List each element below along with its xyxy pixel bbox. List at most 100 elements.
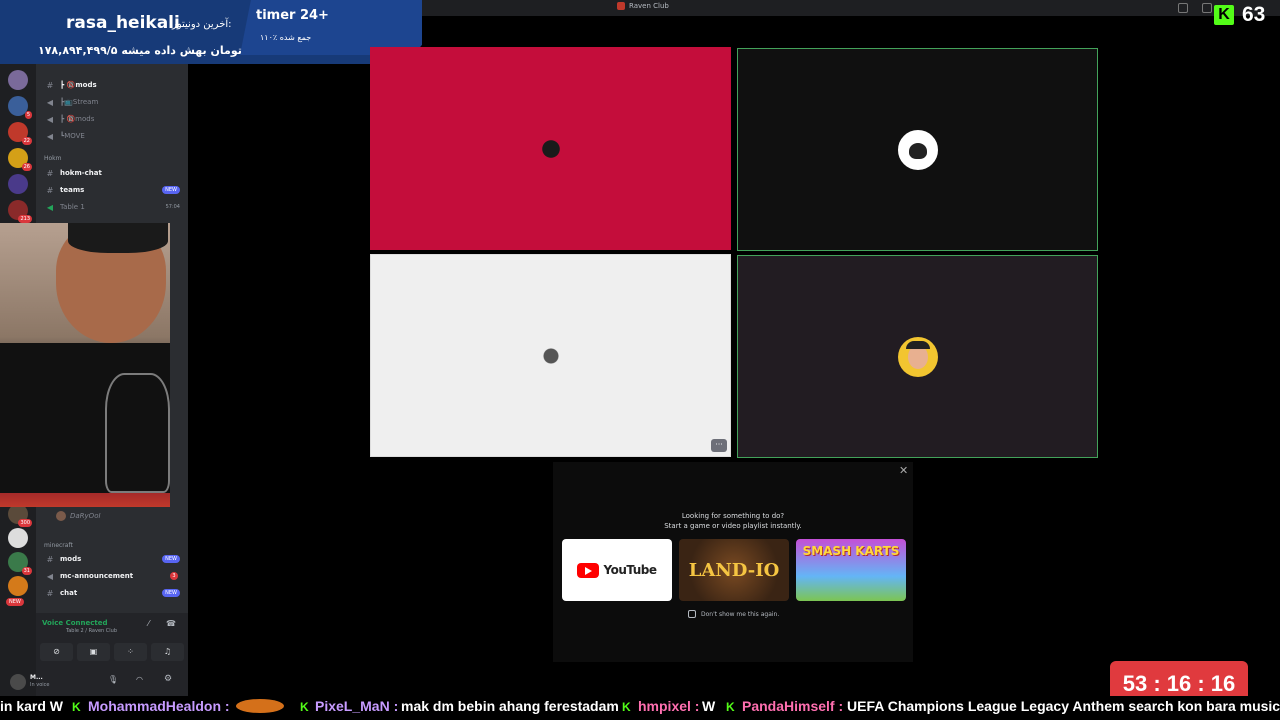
ticker-message: W [702, 698, 716, 714]
mic-icon[interactable]: 🎙 [108, 675, 118, 684]
mention-badge: 3 [170, 572, 178, 580]
app-title-text: Raven Club [629, 2, 669, 10]
ticker-message: in kard W [0, 698, 64, 714]
speaker-icon: ◀ [46, 97, 54, 107]
participant-tile[interactable] [370, 47, 731, 250]
last-donor-label: آخرین دونیتور: [172, 19, 232, 30]
streamer-webcam [0, 223, 170, 507]
channel-item[interactable]: ◀ ┣ 🔞mods [36, 112, 188, 126]
ticker-username: PixeL_MaN : [315, 698, 399, 714]
ticker-username: MohammadHealdon : [88, 698, 230, 714]
kick-icon: K [622, 700, 631, 714]
server-icon[interactable] [8, 576, 28, 596]
ticker-message: UEFA Champions League Legacy Anthem sear… [847, 698, 1280, 714]
category-minecraft[interactable]: minecraft [44, 542, 73, 549]
participant-tile-speaking[interactable] [737, 255, 1098, 458]
participant-avatar [898, 130, 938, 170]
dont-show-checkbox[interactable] [688, 610, 696, 618]
new-servers-pill[interactable]: NEW [6, 598, 24, 606]
server-icon[interactable]: 31 [8, 552, 32, 575]
voice-channel-item[interactable]: ◀ Table 1 57:04 [36, 200, 188, 214]
soundboard-button[interactable]: ♫ [151, 643, 184, 661]
activity-heading: Looking for something to do? [681, 512, 785, 520]
megaphone-icon: ◀ [46, 571, 54, 581]
category-hokm[interactable]: Hokm [44, 155, 62, 162]
ticker-username: PandaHimself : [742, 698, 844, 714]
last-donor-name: rasa_heikali [66, 13, 180, 33]
kick-icon: K [726, 700, 735, 714]
app-title: Raven Club [617, 2, 669, 10]
channel-item[interactable]: # teams NEW [36, 183, 188, 197]
user-name: M... [30, 674, 43, 681]
chat-ticker: in kard W K MohammadHealdon : K PixeL_Ma… [0, 696, 1280, 718]
participant-tile-speaking[interactable] [737, 48, 1098, 251]
server-icon[interactable] [8, 174, 28, 194]
participant-avatar [531, 129, 571, 169]
hash-icon: # [46, 80, 54, 90]
voice-location[interactable]: Table 2 / Raven Club [66, 628, 117, 634]
ticker-username: hmpixel : [638, 698, 700, 714]
participant-avatar [898, 337, 938, 377]
server-icon[interactable]: 5 [8, 96, 32, 119]
participant-tile[interactable]: ··· [370, 254, 731, 457]
disconnect-icon[interactable]: ☎ [166, 619, 176, 628]
titlebar-icons [1178, 3, 1212, 13]
more-options-button[interactable]: ··· [711, 439, 727, 452]
subathon-timer-label: timer 24+ [256, 8, 329, 23]
channel-item[interactable]: # hokm-chat [36, 166, 188, 180]
inbox-icon[interactable] [1178, 3, 1188, 13]
server-icon[interactable]: 213 [8, 200, 32, 223]
youtube-play-icon [577, 562, 600, 578]
channel-item[interactable]: ◀ mc-announcement 3 [36, 569, 188, 583]
dont-show-again[interactable]: Don't show me this again. [688, 610, 779, 618]
camera-off-button[interactable]: ⊘ [40, 643, 73, 661]
voice-actions: ⊘ ▣ ⁘ ♫ [40, 643, 184, 661]
channel-item[interactable]: # mods NEW [36, 552, 188, 566]
voice-status-panel: Voice Connected Table 2 / Raven Club ⁄ ☎… [36, 613, 188, 669]
speaker-icon: ◀ [46, 114, 54, 124]
headphones-icon[interactable]: ◠ [136, 675, 143, 684]
youtube-activity-card[interactable]: YouTube [562, 539, 672, 601]
hash-icon: # [46, 185, 54, 195]
new-badge: NEW [162, 555, 180, 563]
channel-item[interactable]: ◀ ┣📺Stream [36, 95, 188, 109]
server-icon[interactable]: 26 [8, 148, 32, 171]
server-icon[interactable] [8, 70, 28, 90]
screen-share-button[interactable]: ▣ [77, 643, 110, 661]
donation-banner: rasa_heikali آخرین دونیتور: ۱۷۸,۸۹۴,۴۹۹/… [0, 0, 422, 64]
viewer-count: 63 [1242, 3, 1266, 26]
donation-amount: ۱۷۸,۸۹۴,۴۹۹/۵ تومان بهش داده میشه [38, 44, 242, 57]
noise-suppression-icon[interactable]: ⁄ [148, 619, 149, 628]
activity-button[interactable]: ⁘ [114, 643, 147, 661]
channel-item[interactable]: # ┣ 🔞mods [36, 78, 188, 92]
kick-icon: K [300, 700, 309, 714]
emote-icon [236, 699, 284, 713]
server-icon[interactable]: 22 [8, 122, 32, 145]
avatar[interactable] [10, 674, 26, 690]
activity-subheading: Start a game or video playlist instantly… [664, 522, 802, 530]
voice-connected-label: Voice Connected [42, 619, 108, 627]
voice-user[interactable]: DaRyOoI [56, 511, 101, 521]
server-icon[interactable]: 300 [8, 504, 32, 527]
activity-launcher: ✕ Looking for something to do? Start a g… [553, 462, 913, 662]
help-icon[interactable] [1202, 3, 1212, 13]
app-logo-icon [617, 2, 625, 10]
avatar [56, 511, 66, 521]
settings-gear-icon[interactable]: ⚙ [164, 674, 172, 684]
channel-item[interactable]: ◀ ┗MOVE [36, 129, 188, 143]
close-icon[interactable]: ✕ [899, 464, 908, 477]
user-status: In voice [30, 682, 50, 688]
kick-icon: K [72, 700, 81, 714]
hash-icon: # [46, 554, 54, 564]
subathon-progress: ۱۱۰٪ جمع شده [260, 33, 312, 42]
new-badge: NEW [162, 186, 180, 194]
landio-activity-card[interactable]: LAND-IO [679, 539, 789, 601]
server-icon[interactable] [8, 528, 28, 548]
smash-karts-activity-card[interactable]: SMASH KARTS [796, 539, 906, 601]
channel-item[interactable]: # chat NEW [36, 586, 188, 600]
speaker-icon: ◀ [46, 131, 54, 141]
speaker-icon: ◀ [46, 202, 54, 212]
participant-avatar [531, 336, 571, 376]
shirt-print [105, 373, 170, 493]
headphones [68, 223, 168, 253]
